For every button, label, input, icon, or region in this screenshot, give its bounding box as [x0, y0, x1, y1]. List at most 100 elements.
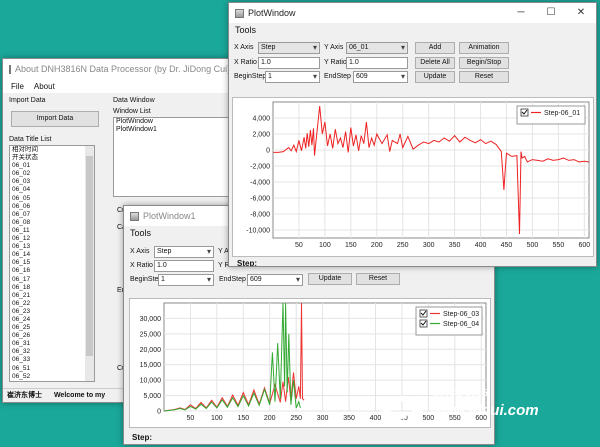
scrollbar-thumb[interactable]: [86, 156, 93, 356]
menu-file[interactable]: File: [11, 82, 24, 91]
minimize-icon[interactable]: ─: [506, 3, 536, 23]
update-button[interactable]: Update: [415, 71, 455, 83]
x-tick-label: 50: [187, 415, 195, 422]
x-axis-label: X Axis: [234, 44, 254, 51]
data-title-item[interactable]: 06_04: [12, 186, 94, 194]
y-tick-label: -10,000: [246, 228, 270, 235]
legend-label: Step-06_01: [544, 110, 580, 117]
main-window-titlebar[interactable]: About DNH3816N Data Processor (by Dr. Ji…: [3, 59, 237, 79]
plot-window: PlotWindow ─ ☐ ✕ Tools X Axis Step Y Axi…: [228, 2, 597, 267]
data-title-item[interactable]: 06_07: [12, 211, 94, 219]
data-title-item[interactable]: 06_52: [12, 373, 94, 381]
x-axis-select[interactable]: Step: [154, 246, 214, 258]
tools-menu[interactable]: Tools: [229, 23, 596, 38]
window-list[interactable]: PlotWindow PlotWindow1: [113, 117, 233, 197]
watermark-url: www.jdcui.com: [430, 402, 539, 419]
x-tick-label: 250: [290, 415, 302, 422]
data-title-item[interactable]: 06_51: [12, 365, 94, 373]
data-title-list[interactable]: 相对时间 开关状态 06_01 06_02 06_03 06_04 06_05 06_06 06…: [9, 145, 95, 382]
data-title-item[interactable]: 06_26: [12, 332, 94, 340]
end-step-select[interactable]: 609: [247, 274, 303, 286]
data-title-item[interactable]: 06_06: [12, 203, 94, 211]
data-title-item[interactable]: 06_14: [12, 251, 94, 259]
data-title-item[interactable]: 06_25: [12, 324, 94, 332]
data-title-item[interactable]: 相对时间: [12, 146, 94, 154]
x-axis-select[interactable]: Step: [258, 42, 320, 54]
reset-button[interactable]: Reset: [459, 71, 509, 83]
data-title-item[interactable]: 06_11: [12, 227, 94, 235]
x-tick-label: 200: [371, 242, 383, 249]
add-button[interactable]: Add: [415, 42, 455, 54]
data-title-item[interactable]: 06_08: [12, 219, 94, 227]
close-icon[interactable]: ✕: [566, 3, 596, 23]
data-title-item[interactable]: 06_33: [12, 356, 94, 364]
y-tick-label: 0: [157, 409, 161, 416]
animation-button[interactable]: Animation: [459, 42, 509, 54]
data-title-item[interactable]: 06_02: [12, 170, 94, 178]
app-icon: [9, 64, 11, 74]
x-tick-label: 100: [211, 415, 223, 422]
x-tick-label: 50: [295, 242, 303, 249]
reset-button[interactable]: Reset: [356, 273, 400, 285]
legend-label: Step-06_04: [443, 321, 479, 328]
status-welcome: Welcome to my: [53, 392, 106, 399]
data-title-item[interactable]: 06_15: [12, 259, 94, 267]
x-tick-label: 500: [527, 242, 539, 249]
end-step-select[interactable]: 609: [353, 71, 408, 83]
plot-window-titlebar[interactable]: PlotWindow ─ ☐ ✕: [229, 3, 596, 23]
x-ratio-field[interactable]: 1.0: [154, 260, 214, 272]
data-title-item[interactable]: 06_24: [12, 316, 94, 324]
y-tick-label: 10,000: [140, 378, 162, 385]
y-axis-select[interactable]: 06_01: [346, 42, 408, 54]
data-title-item[interactable]: 06_01: [12, 162, 94, 170]
import-data-button[interactable]: Import Data: [11, 111, 99, 127]
y-tick-label: 4,000: [252, 116, 270, 123]
data-title-item[interactable]: 开关状态: [12, 154, 94, 162]
y-tick-label: 30,000: [140, 316, 162, 323]
menu-about[interactable]: About: [34, 82, 55, 91]
data-title-item[interactable]: 06_31: [12, 340, 94, 348]
data-title-scrollbar[interactable]: [85, 146, 94, 381]
y-ratio-label: Y Ratio: [324, 59, 347, 66]
legend-label: Step-06_03: [443, 311, 479, 318]
y-tick-label: 15,000: [140, 362, 162, 369]
data-title-item[interactable]: 06_21: [12, 292, 94, 300]
begin-step-select[interactable]: 1: [265, 71, 320, 83]
x-tick-label: 350: [343, 415, 355, 422]
data-title-item[interactable]: 06_22: [12, 300, 94, 308]
data-window-label: Data Window: [113, 97, 155, 104]
x-tick-label: 450: [501, 242, 513, 249]
data-title-item[interactable]: 06_03: [12, 178, 94, 186]
y-tick-label: -4,000: [250, 180, 270, 187]
menu-bar: File About: [3, 79, 237, 93]
begin-step-select[interactable]: 1: [158, 274, 214, 286]
data-title-item[interactable]: 06_23: [12, 308, 94, 316]
data-title-item[interactable]: 06_32: [12, 348, 94, 356]
window-list-item[interactable]: PlotWindow: [116, 118, 232, 126]
data-title-item[interactable]: 06_17: [12, 276, 94, 284]
x-tick-label: 150: [237, 415, 249, 422]
window-list-label: Window List: [113, 108, 151, 115]
maximize-icon[interactable]: ☐: [536, 3, 566, 23]
window-list-item[interactable]: PlotWindow1: [116, 126, 232, 134]
data-title-item[interactable]: 06_13: [12, 243, 94, 251]
data-title-list-label: Data Title List: [9, 136, 52, 143]
x-tick-label: 600: [578, 242, 590, 249]
data-title-item[interactable]: 06_05: [12, 195, 94, 203]
data-title-item[interactable]: 06_16: [12, 267, 94, 275]
data-title-item[interactable]: 06_18: [12, 284, 94, 292]
y-ratio-field[interactable]: 1.0: [346, 57, 408, 69]
main-window-title: About DNH3816N Data Processor (by Dr. Ji…: [15, 64, 238, 74]
step-status: Step:: [237, 259, 257, 267]
y-tick-label: 20,000: [140, 347, 162, 354]
status-author: 崔济东博士: [7, 392, 42, 399]
begin-stop-button[interactable]: Begin/Stop: [459, 57, 509, 69]
plot-frame: 50 100 150 200 250 300 350 400 450 500 550 600 4,000…: [232, 97, 594, 257]
x-tick-label: 550: [553, 242, 565, 249]
delete-all-button[interactable]: Delete All: [415, 57, 455, 69]
data-title-item[interactable]: 06_12: [12, 235, 94, 243]
x-ratio-label: X Ratio: [130, 262, 153, 269]
x-ratio-field[interactable]: 1.0: [258, 57, 320, 69]
chart-plot-window[interactable]: 50 100 150 200 250 300 350 400 450 500 550 600 4,000…: [233, 98, 593, 256]
update-button[interactable]: Update: [308, 273, 352, 285]
